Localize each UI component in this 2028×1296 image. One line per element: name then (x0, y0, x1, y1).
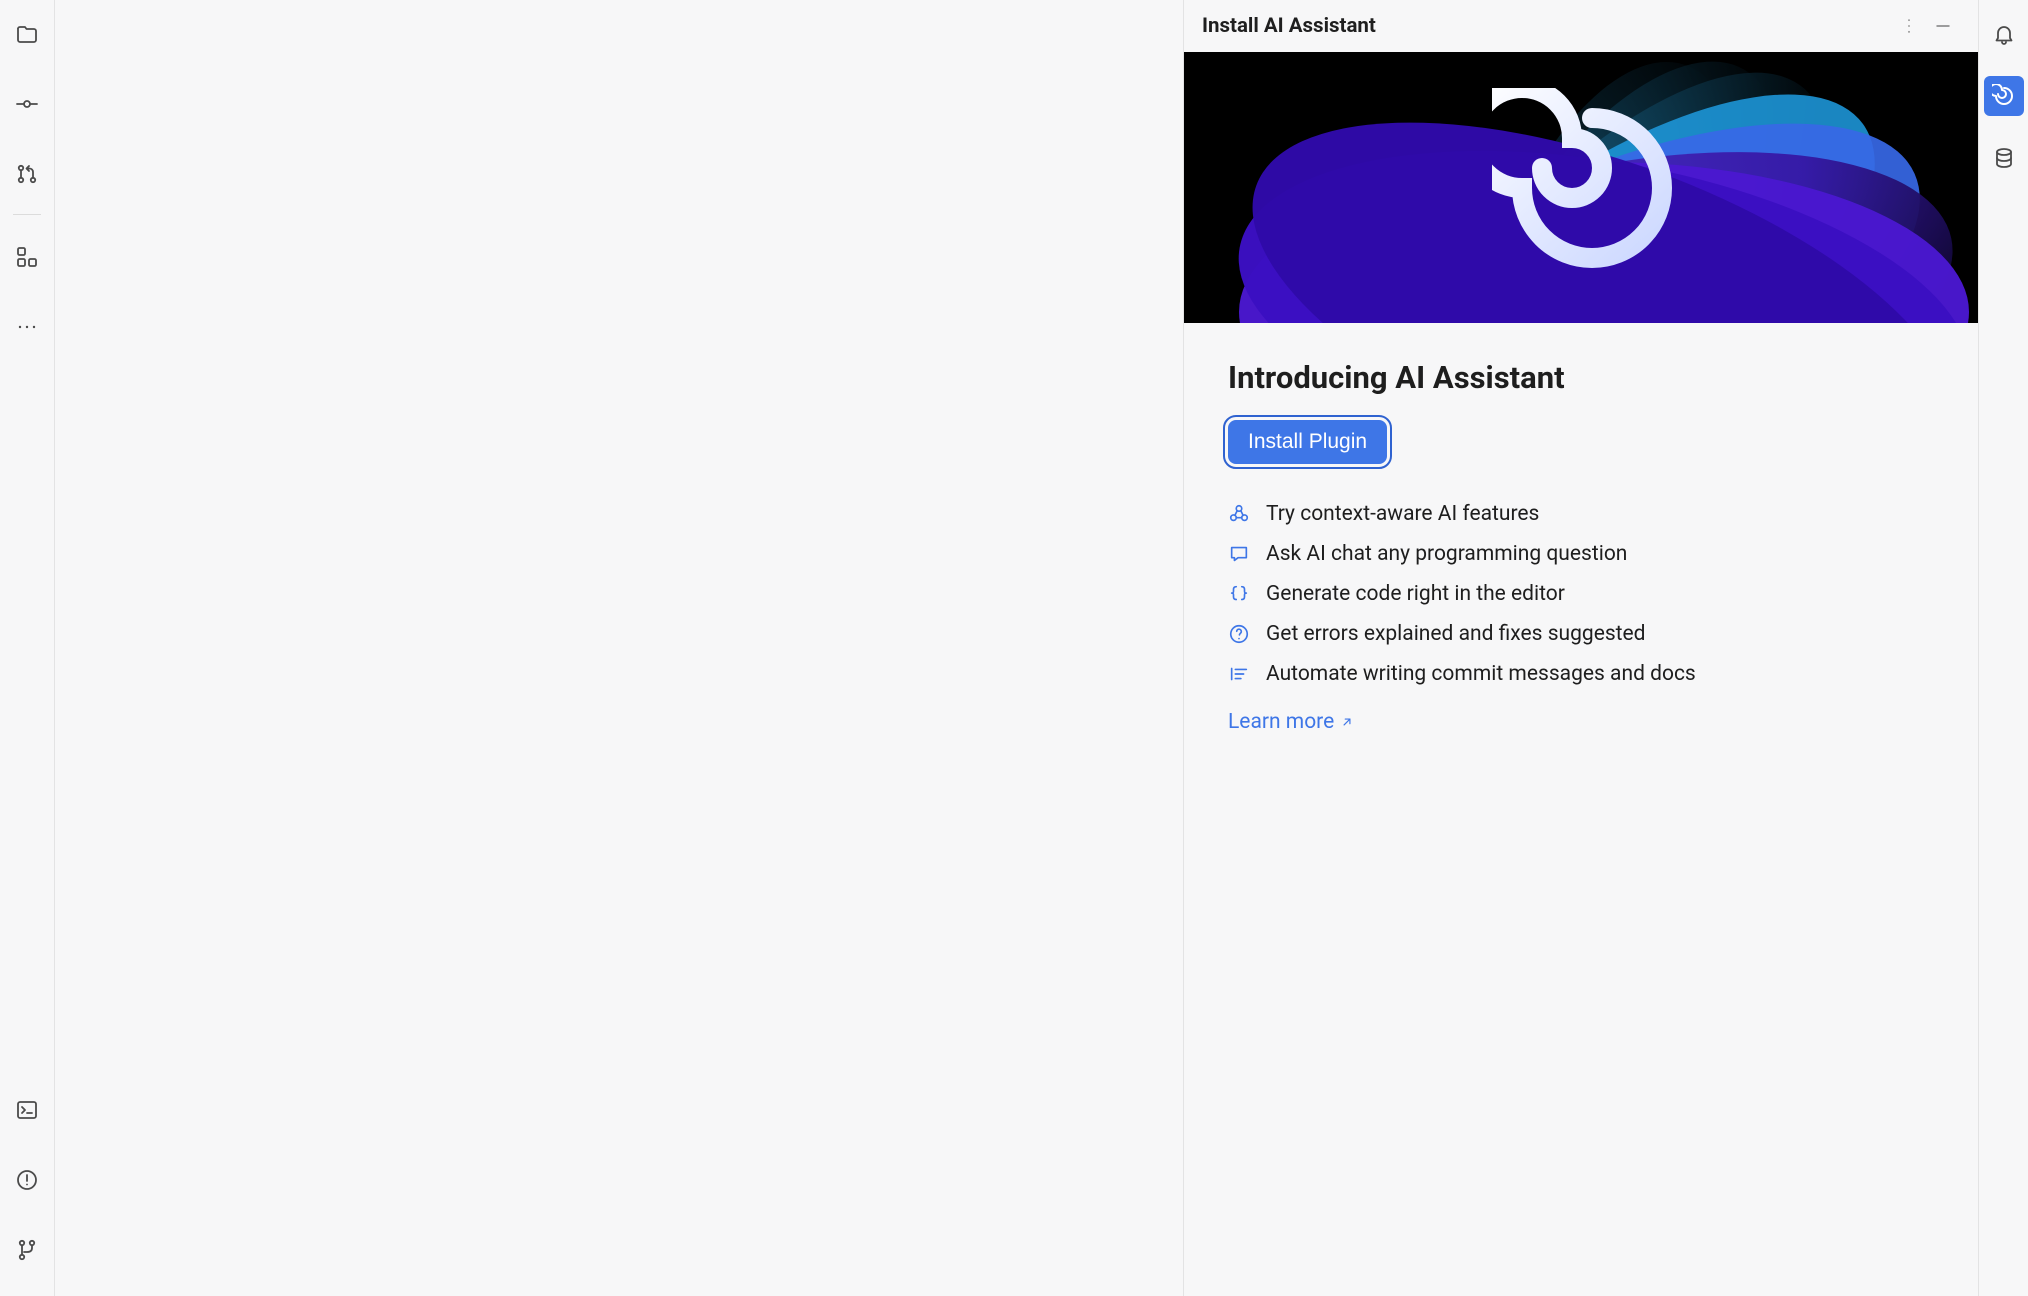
app-frame: Install AI Assistant (0, 0, 2028, 1296)
right-tool-strip (1978, 0, 2028, 1296)
more-icon[interactable] (7, 307, 47, 347)
ai-assistant-icon[interactable] (1984, 76, 2024, 116)
code-icon (1228, 583, 1250, 605)
ai-assistant-panel: Install AI Assistant (1183, 0, 1978, 1296)
feature-item: Ask AI chat any programming question (1228, 542, 1934, 566)
pull-requests-icon[interactable] (7, 154, 47, 194)
notifications-icon[interactable] (1984, 14, 2024, 54)
left-strip-divider (13, 214, 41, 215)
feature-text: Generate code right in the editor (1266, 582, 1565, 606)
panel-title: Install AI Assistant (1202, 14, 1376, 38)
panel-options-button[interactable] (1892, 9, 1926, 43)
git-icon[interactable] (7, 1230, 47, 1270)
feature-list: Try context-aware AI features Ask AI cha… (1228, 502, 1934, 686)
editor-area (55, 0, 1183, 1296)
install-plugin-button[interactable]: Install Plugin (1228, 420, 1387, 464)
left-strip-bottom (0, 1090, 54, 1270)
feature-text: Automate writing commit messages and doc… (1266, 662, 1696, 686)
terminal-icon[interactable] (7, 1090, 47, 1130)
feature-text: Get errors explained and fixes suggested (1266, 622, 1646, 646)
feature-item: Generate code right in the editor (1228, 582, 1934, 606)
problems-icon[interactable] (7, 1160, 47, 1200)
left-strip-mid (0, 237, 54, 347)
project-icon[interactable] (7, 14, 47, 54)
feature-item: Try context-aware AI features (1228, 502, 1934, 526)
ai-assistant-banner (1184, 52, 1978, 323)
panel-body: Introducing AI Assistant Install Plugin … (1184, 323, 1978, 770)
left-tool-strip (0, 0, 55, 1296)
intro-heading: Introducing AI Assistant (1228, 359, 1934, 396)
feature-item: Automate writing commit messages and doc… (1228, 662, 1934, 686)
feature-text: Ask AI chat any programming question (1266, 542, 1627, 566)
left-strip-top (0, 14, 54, 194)
feature-text: Try context-aware AI features (1266, 502, 1539, 526)
feature-item: Get errors explained and fixes suggested (1228, 622, 1934, 646)
automate-icon (1228, 663, 1250, 685)
panel-header: Install AI Assistant (1184, 0, 1978, 52)
commit-icon[interactable] (7, 84, 47, 124)
panel-minimize-button[interactable] (1926, 9, 1960, 43)
help-icon (1228, 623, 1250, 645)
structure-icon[interactable] (7, 237, 47, 277)
database-icon[interactable] (1984, 138, 2024, 178)
context-icon (1228, 503, 1250, 525)
learn-more-link[interactable]: Learn more (1228, 710, 1354, 734)
learn-more-text: Learn more (1228, 710, 1334, 734)
chat-icon (1228, 543, 1250, 565)
external-link-icon (1340, 715, 1354, 729)
